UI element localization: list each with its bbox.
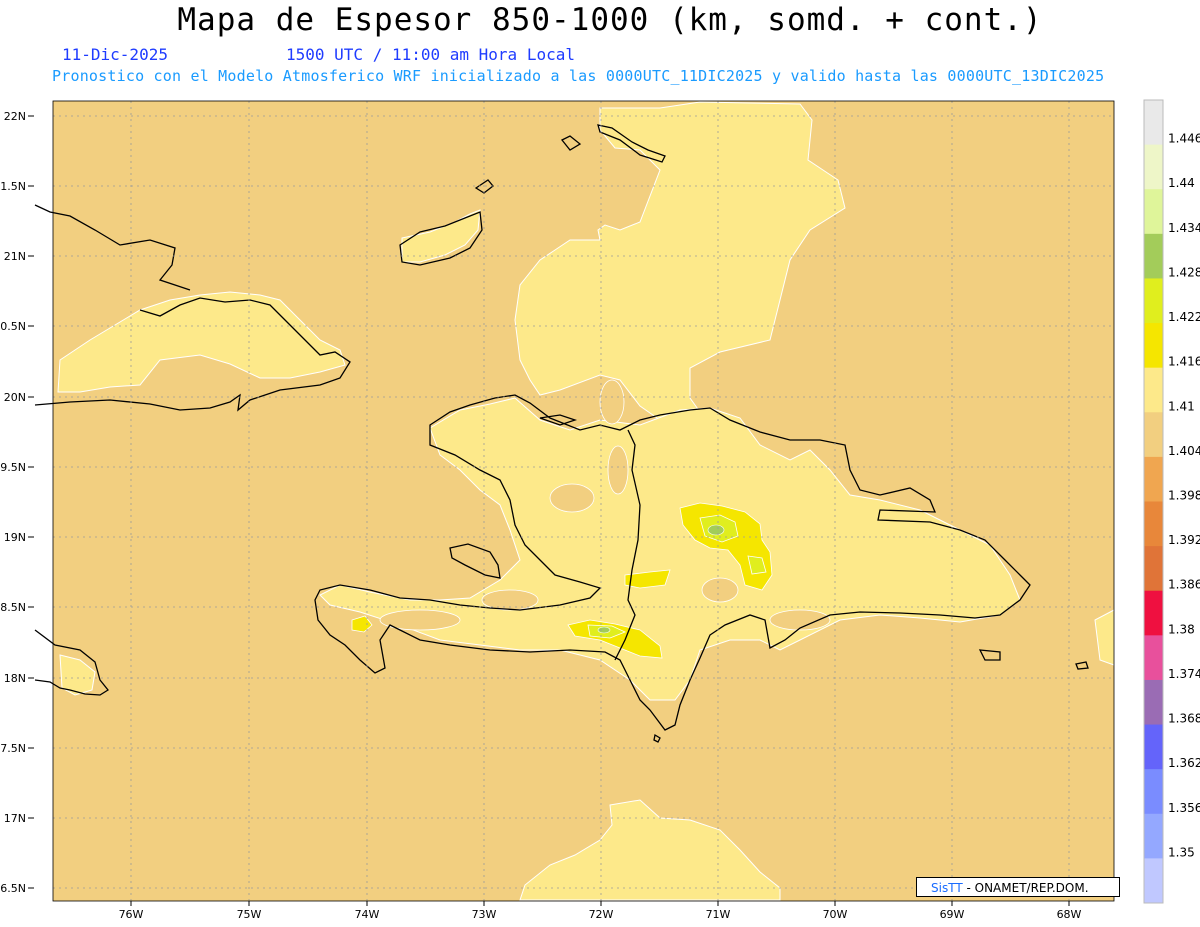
colorbar-swatch	[1144, 100, 1163, 146]
colorbar-swatch	[1144, 189, 1163, 235]
lon-label: 75W	[237, 908, 262, 921]
longitude-labels: 76W 75W 74W 73W 72W 71W 70W 69W 68W	[119, 908, 1082, 921]
thickness-map: 22N 1.5N 21N 0.5N 20N 9.5N 19N 8.5N 18N …	[0, 99, 1200, 921]
colorbar-swatch	[1144, 278, 1163, 324]
colorbar-label: 1.356	[1168, 801, 1200, 815]
colorbar-label: 1.374	[1168, 667, 1200, 681]
colorbar-swatch	[1144, 456, 1163, 502]
lon-label: 70W	[823, 908, 848, 921]
colorbar-swatch	[1144, 144, 1163, 190]
credit-box: SisTT - ONAMET/REP.DOM.	[916, 877, 1120, 897]
colorbar-swatch	[1144, 501, 1163, 547]
colorbar-label: 1.368	[1168, 712, 1200, 726]
colorbar-swatch	[1144, 858, 1163, 904]
colorbar: 1.446 1.44 1.434 1.428 1.422 1.416 1.41 1.404 1.…	[1143, 99, 1200, 904]
colorbar-label: 1.422	[1168, 310, 1200, 324]
colorbar-swatch	[1144, 635, 1163, 681]
colorbar-swatch	[1144, 813, 1163, 859]
colorbar-swatch	[1144, 679, 1163, 726]
lon-label: 69W	[940, 908, 965, 921]
colorbar-swatch	[1144, 769, 1163, 815]
lon-label: 68W	[1057, 908, 1082, 921]
lat-label: 17N	[4, 812, 26, 825]
lat-label: 22N	[4, 110, 26, 123]
colorbar-label: 1.398	[1168, 489, 1200, 503]
contour-1428-south	[597, 626, 611, 634]
colorbar-swatch	[1144, 546, 1163, 592]
colorbar-label: 1.446	[1168, 132, 1200, 146]
lat-label: 9.5N	[0, 461, 26, 474]
latitude-ticks	[28, 115, 34, 889]
lon-label: 71W	[706, 908, 731, 921]
lon-label: 72W	[589, 908, 614, 921]
lat-label: 21N	[4, 250, 26, 263]
colorbar-label: 1.386	[1168, 578, 1200, 592]
colorbar-label: 1.41	[1168, 399, 1195, 413]
colorbar-label: 1.428	[1168, 265, 1200, 279]
lat-label: 6.5N	[0, 882, 26, 895]
latitude-labels: 22N 1.5N 21N 0.5N 20N 9.5N 19N 8.5N 18N …	[0, 110, 26, 895]
lon-label: 73W	[472, 908, 497, 921]
lat-label: 19N	[4, 531, 26, 544]
colorbar-label: 1.392	[1168, 533, 1200, 547]
colorbar-swatch	[1144, 323, 1163, 369]
contour-1428-central	[707, 524, 725, 536]
lat-label: 20N	[4, 391, 26, 404]
lat-label: 18N	[4, 672, 26, 685]
lon-label: 76W	[119, 908, 144, 921]
lat-label: 7.5N	[0, 742, 26, 755]
credit-brand: SisTT	[931, 881, 963, 895]
lat-label: 0.5N	[0, 320, 26, 333]
lat-label: 1.5N	[0, 180, 26, 193]
colorbar-swatch	[1144, 367, 1163, 413]
colorbar-label: 1.404	[1168, 444, 1200, 458]
colorbar-swatch	[1144, 412, 1163, 458]
colorbar-label: 1.416	[1168, 355, 1200, 369]
colorbar-swatch	[1144, 724, 1163, 770]
credit-text: - ONAMET/REP.DOM.	[966, 881, 1089, 895]
lat-label: 8.5N	[0, 601, 26, 614]
longitude-ticks	[130, 901, 1070, 906]
colorbar-label: 1.434	[1168, 221, 1200, 235]
colorbar-label: 1.44	[1168, 176, 1195, 190]
lon-label: 74W	[355, 908, 380, 921]
colorbar-label: 1.38	[1168, 622, 1195, 636]
colorbar-swatch	[1144, 233, 1163, 279]
colorbar-swatch	[1144, 590, 1163, 636]
colorbar-label: 1.362	[1168, 756, 1200, 770]
colorbar-label: 1.35	[1168, 845, 1195, 859]
